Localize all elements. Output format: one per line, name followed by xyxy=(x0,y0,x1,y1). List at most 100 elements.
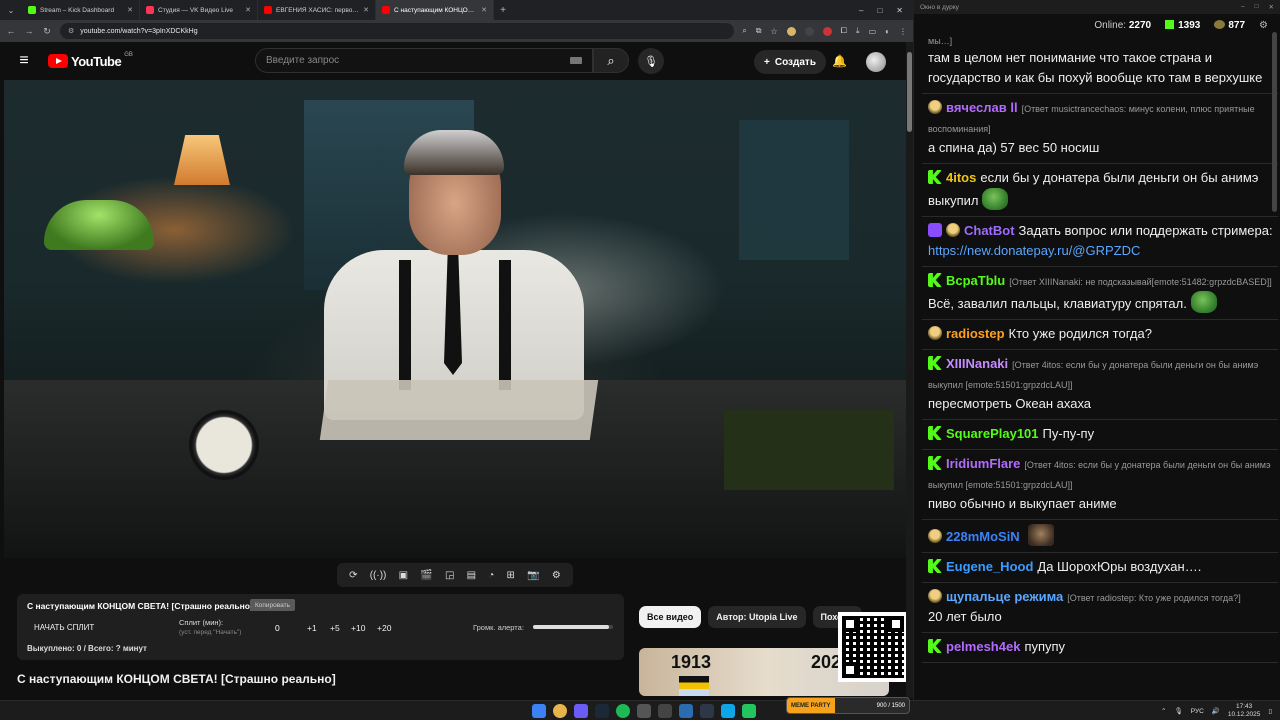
copy-button[interactable]: Копировать xyxy=(250,599,295,611)
tab-close-icon[interactable]: ✕ xyxy=(363,6,369,14)
chat-username[interactable]: IridiumFlare xyxy=(946,456,1020,471)
message-link[interactable]: https://new.donatepay.ru/@GRPZDC xyxy=(928,243,1140,258)
increment-button[interactable]: +1 xyxy=(307,623,317,633)
scrollbar-thumb[interactable] xyxy=(907,52,912,132)
bookmark-star-icon[interactable]: ☆ xyxy=(770,27,777,36)
forward-icon[interactable]: → xyxy=(24,26,34,36)
download-icon[interactable]: ⤓ xyxy=(856,26,860,36)
chip-all-videos[interactable]: Все видео xyxy=(639,606,702,628)
chrome-icon[interactable] xyxy=(553,704,567,718)
minimize-icon[interactable]: – xyxy=(1241,3,1245,11)
loop-icon[interactable]: ⟳ xyxy=(349,570,357,581)
search-input[interactable]: Введите запрос xyxy=(255,48,593,73)
page-scrollbar[interactable] xyxy=(906,42,913,698)
chat-username[interactable]: щупальце режима xyxy=(946,589,1063,604)
chat-username[interactable]: 4itos xyxy=(946,170,976,185)
maximize-icon[interactable]: □ xyxy=(1255,3,1259,11)
app-icon[interactable] xyxy=(721,704,735,718)
add-icon[interactable]: ⊞ xyxy=(507,570,515,581)
volume-icon[interactable]: 🔊 xyxy=(1212,707,1220,715)
chat-username[interactable]: pelmesh4ek xyxy=(946,639,1020,654)
browser-tab[interactable]: С наступающим КОНЦОМ… ✕ xyxy=(376,0,494,20)
increment-button[interactable]: +10 xyxy=(351,623,365,633)
screenshot-icon[interactable]: 📷 xyxy=(527,570,539,581)
tab-search-icon[interactable]: ⌄ xyxy=(0,0,22,20)
app-icon[interactable] xyxy=(679,704,693,718)
app-icon[interactable] xyxy=(658,704,672,718)
lang-indicator[interactable]: РУС xyxy=(1191,708,1204,715)
chevron-up-icon[interactable]: ⌃ xyxy=(1161,707,1166,715)
puzzle-icon[interactable]: ⧠ xyxy=(841,26,847,36)
tab-close-icon[interactable]: ✕ xyxy=(481,6,487,14)
chip-author[interactable]: Автор: Utopia Live xyxy=(708,606,806,628)
extensions-area: ⌕ ⧉ ☆ ⧠ ⤓ ▭ ◐ ⋮ xyxy=(742,26,907,36)
cast-icon[interactable]: ⧉ xyxy=(756,26,762,36)
chat-scrollbar-thumb[interactable] xyxy=(1272,32,1277,212)
chat-username[interactable]: 228mMoSiN xyxy=(946,529,1020,544)
sidepanel-icon[interactable]: ▭ xyxy=(869,27,877,36)
alert-volume-slider[interactable] xyxy=(533,625,613,629)
obs-icon[interactable] xyxy=(637,704,651,718)
increment-button[interactable]: +5 xyxy=(330,623,340,633)
new-tab-button[interactable]: + xyxy=(494,5,512,16)
pip-icon[interactable]: ◲ xyxy=(445,570,454,581)
tab-close-icon[interactable]: ✕ xyxy=(245,6,251,14)
notifications-bell-icon[interactable]: 🔔 xyxy=(832,54,847,68)
clapper-icon[interactable]: 🎬 xyxy=(420,570,432,581)
start-split-button[interactable]: НАЧАТЬ СПЛИТ xyxy=(34,623,94,632)
increment-button[interactable]: +20 xyxy=(377,623,391,633)
extension-badge-icon[interactable] xyxy=(822,26,832,36)
chat-username[interactable]: XIIINanaki xyxy=(946,356,1008,371)
subtitles-icon[interactable]: ▤ xyxy=(467,570,476,581)
chat-username[interactable]: BcpaTblu xyxy=(946,273,1005,288)
taskbar-clock[interactable]: 17:43 10.12.2025 xyxy=(1228,703,1261,719)
windows-start-icon[interactable] xyxy=(532,704,546,718)
search-icon[interactable]: ⌕ xyxy=(742,26,746,36)
video-settings-icon[interactable]: ▣ xyxy=(399,570,408,581)
browser-tab[interactable]: Студия — VK Видео Live ✕ xyxy=(140,0,258,20)
spotify-icon[interactable] xyxy=(616,704,630,718)
maximize-icon[interactable]: □ xyxy=(877,6,882,15)
create-button[interactable]: + Создать xyxy=(754,50,826,74)
youtube-logo[interactable]: YouTube GB xyxy=(48,52,133,69)
menu-dots-icon[interactable]: ⋮ xyxy=(899,27,907,36)
url-field[interactable]: ⚙ youtube.com/watch?v=3pInXDCKkHg xyxy=(60,23,735,39)
chat-username[interactable]: вячеслав ll xyxy=(946,100,1018,115)
reload-icon[interactable]: ↻ xyxy=(42,26,52,37)
discord-icon[interactable] xyxy=(574,704,588,718)
mic-icon[interactable]: 🎙 xyxy=(1174,707,1182,715)
speed-icon[interactable]: ◔ xyxy=(488,570,494,581)
gear-icon[interactable]: ⚙ xyxy=(552,570,561,581)
close-icon[interactable]: ✕ xyxy=(896,6,903,15)
search-button[interactable]: ⌕ xyxy=(593,48,629,73)
extension-icon[interactable] xyxy=(786,26,796,36)
close-icon[interactable]: ✕ xyxy=(1269,3,1274,11)
minimize-icon[interactable]: – xyxy=(859,6,863,15)
steam-icon[interactable] xyxy=(595,704,609,718)
profile-icon[interactable]: ◐ xyxy=(885,27,890,36)
chat-message-list[interactable]: мы…] там в целом нет понимание что такое … xyxy=(922,30,1278,690)
voice-search-button[interactable]: 🎙 xyxy=(638,48,664,74)
back-icon[interactable]: ← xyxy=(6,26,16,36)
chat-username[interactable]: SquarePlay101 xyxy=(946,426,1039,441)
notification-icon[interactable]: ▯ xyxy=(1268,707,1272,715)
hamburger-menu-icon[interactable]: ≡ xyxy=(0,52,48,70)
browser-tab[interactable]: Stream – Kick Dashboard ✕ xyxy=(22,0,140,20)
chat-username[interactable]: ChatBot xyxy=(964,223,1015,238)
video-title: С наступающим КОНЦОМ СВЕТА! [Страшно реа… xyxy=(17,672,336,686)
site-info-icon[interactable]: ⚙ xyxy=(68,27,74,35)
browser-tab[interactable]: ЕВГЕНИЯ ХАСИС: первое инте… ✕ xyxy=(258,0,376,20)
tab-close-icon[interactable]: ✕ xyxy=(127,6,133,14)
broadcast-icon[interactable]: ((·)) xyxy=(370,570,387,581)
video-player[interactable] xyxy=(4,80,906,558)
avatar[interactable] xyxy=(866,52,886,72)
chat-message: Eugene_Hood Да ШорохЮры воздухан…. xyxy=(922,553,1278,583)
app-icon[interactable] xyxy=(742,704,756,718)
extension-icon[interactable] xyxy=(804,26,814,36)
chat-username[interactable]: Eugene_Hood xyxy=(946,559,1033,574)
split-minutes-value[interactable]: 0 xyxy=(275,623,280,633)
chat-username[interactable]: radiostep xyxy=(946,326,1005,341)
app-icon[interactable] xyxy=(700,704,714,718)
gear-icon[interactable]: ⚙ xyxy=(1259,20,1268,31)
keyboard-icon[interactable] xyxy=(570,57,582,64)
